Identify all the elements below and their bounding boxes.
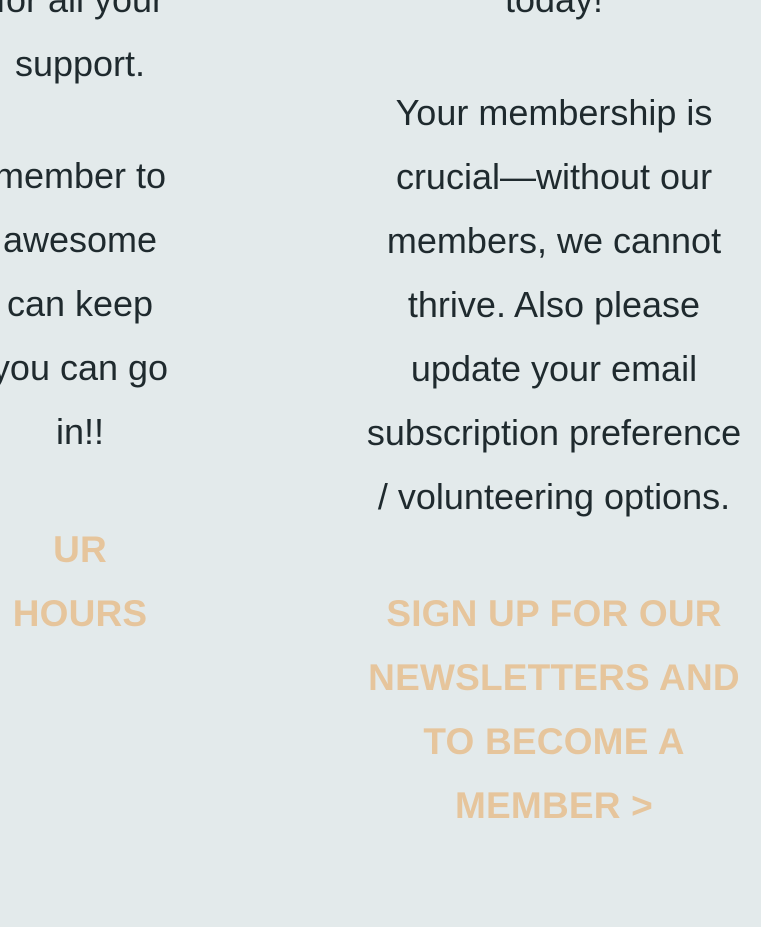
text-line: members, we cannot (386, 220, 722, 261)
text-line: awesome (2, 219, 158, 260)
text-line: crucial—without our (395, 156, 713, 197)
text-line: in!! (55, 411, 105, 452)
left-member-paragraph: member to awesome can keep you can go in… (0, 144, 280, 464)
right-join-paragraph: today! (302, 0, 761, 32)
text-line: member to (0, 155, 167, 196)
right-membership-paragraph: Your membership is crucial—without our m… (302, 81, 761, 529)
left-thanks-paragraph: for all your support. (0, 0, 280, 96)
text-line: / volunteering options. (377, 476, 731, 517)
cta-line: MEMBER > (455, 785, 653, 826)
text-line: you can go (0, 347, 169, 388)
cta-line: TO BECOME A (423, 721, 685, 762)
text-line: thrive. Also please (407, 284, 701, 325)
cta-line: UR (53, 529, 107, 570)
text-line: update your email (410, 348, 698, 389)
text-line: can keep (6, 283, 154, 324)
hours-link[interactable]: UR HOURS (0, 518, 280, 646)
text-line: for all your (0, 0, 280, 32)
newsletter-signup-link[interactable]: SIGN UP FOR OUR NEWSLETTERS AND TO BECOM… (302, 582, 761, 838)
text-line: today! (302, 0, 761, 32)
cta-line: HOURS (12, 593, 148, 634)
cta-line: SIGN UP FOR OUR (386, 593, 722, 634)
cta-line: NEWSLETTERS AND (368, 657, 740, 698)
text-line: support. (14, 43, 146, 84)
text-line: subscription preference (366, 412, 742, 453)
text-line: Your membership is (395, 92, 713, 133)
